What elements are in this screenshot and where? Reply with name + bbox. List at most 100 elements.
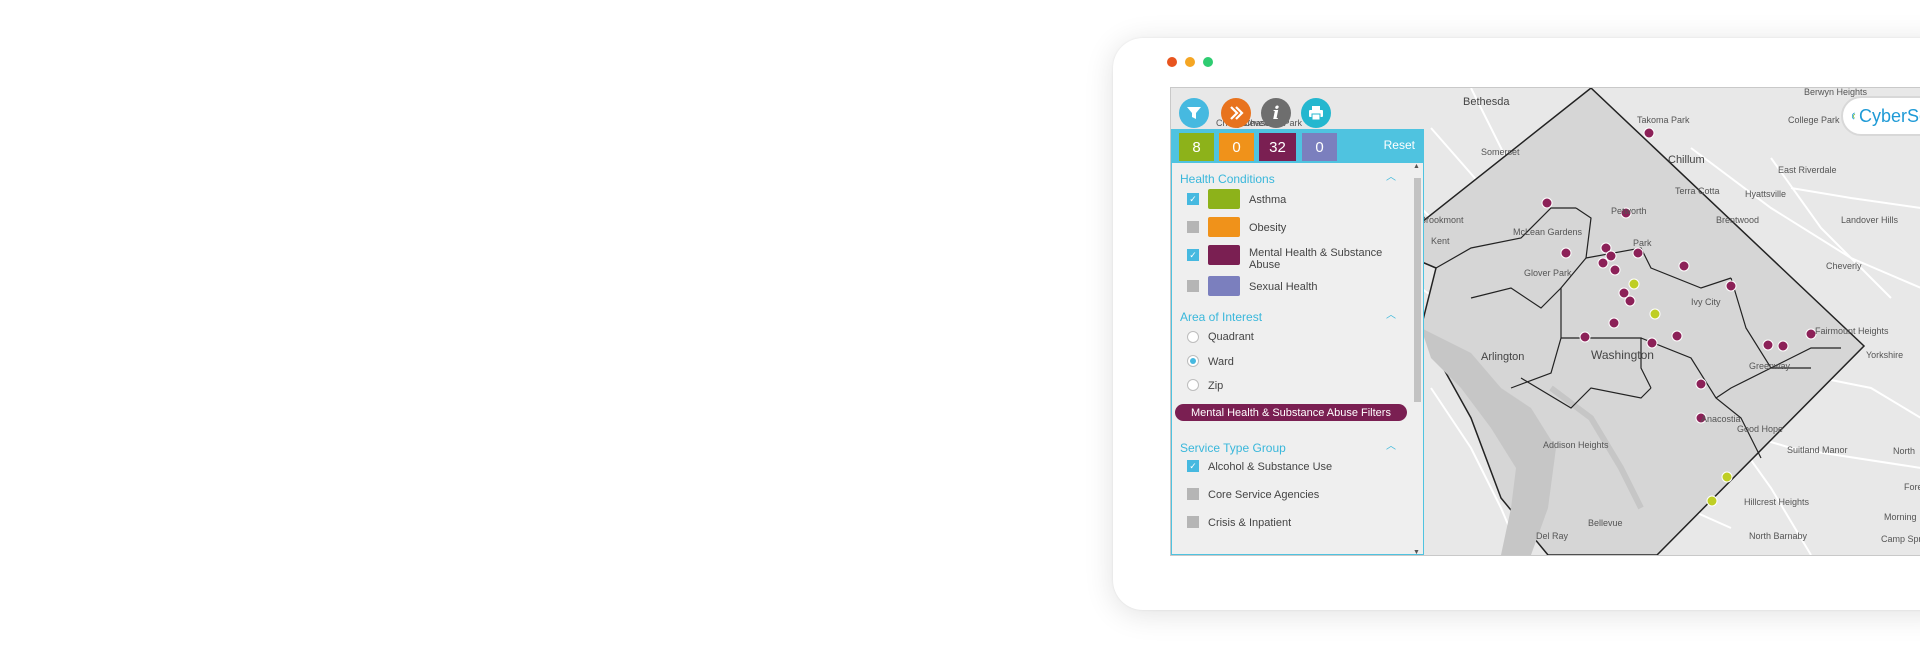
map-label: Hillcrest Heights <box>1744 497 1810 507</box>
asthma-label: Asthma <box>1249 194 1287 206</box>
collapse-chevron-icon[interactable]: ︿ <box>1386 306 1396 321</box>
marker-mental-health <box>1646 337 1658 349</box>
map-label: Chillum <box>1668 154 1705 166</box>
marker-mental-health <box>1609 264 1621 276</box>
core-service-checkbox[interactable] <box>1187 488 1199 500</box>
reset-button[interactable]: Reset <box>1384 138 1415 152</box>
map-label: Anacostia <box>1701 414 1741 424</box>
marker-mental-health <box>1678 260 1690 272</box>
marker-asthma <box>1706 495 1718 507</box>
leaf-logo-icon <box>1851 112 1856 120</box>
marker-asthma <box>1628 278 1640 290</box>
map-label: Bethesda <box>1463 96 1510 108</box>
map-label: Somerset <box>1481 147 1520 157</box>
marker-mental-health <box>1608 317 1620 329</box>
service-type-group-title: Service Type Group <box>1180 441 1286 455</box>
mental-health-count: 32 <box>1259 133 1296 161</box>
app-screen: Bethesda Takoma Park Berwyn Heights Coll… <box>1170 87 1920 556</box>
map-label: Park <box>1633 238 1652 248</box>
map-label: Fores <box>1904 482 1920 492</box>
map-label: Fairmount Heights <box>1815 326 1889 336</box>
close-dot[interactable] <box>1167 57 1177 67</box>
map-label: East Riverdale <box>1778 165 1837 175</box>
scrollbar-thumb[interactable] <box>1414 178 1421 402</box>
marker-mental-health <box>1579 331 1591 343</box>
minimize-dot[interactable] <box>1185 57 1195 67</box>
map-label: Petworth <box>1611 206 1647 216</box>
obesity-count: 0 <box>1219 133 1254 161</box>
collapse-chevron-icon[interactable]: ︿ <box>1386 168 1396 183</box>
mental-health-thumbnail <box>1208 245 1240 265</box>
scroll-down-icon[interactable]: ▼ <box>1413 549 1420 555</box>
asthma-thumbnail <box>1208 189 1240 209</box>
core-service-label: Core Service Agencies <box>1208 489 1320 501</box>
map-label: Del Ray <box>1536 531 1569 541</box>
sexual-health-label: Sexual Health <box>1249 281 1318 293</box>
share-icon[interactable] <box>1221 98 1251 128</box>
quadrant-radio[interactable] <box>1187 331 1199 343</box>
map-label: Glover Park <box>1524 268 1572 278</box>
marker-mental-health <box>1725 280 1737 292</box>
maximize-dot[interactable] <box>1203 57 1213 67</box>
filter-icon[interactable] <box>1179 98 1209 128</box>
scroll-up-icon[interactable]: ▲ <box>1413 163 1420 170</box>
map-label: Arlington <box>1481 351 1525 363</box>
mental-health-label-line2: Abuse <box>1249 259 1281 271</box>
map-label: Brentwood <box>1716 215 1760 225</box>
map-label: Washington <box>1591 348 1654 362</box>
map-label: Bellevue <box>1588 518 1623 528</box>
marker-mental-health <box>1605 250 1617 262</box>
map-label: Good Hope <box>1737 424 1784 434</box>
map-label: Ivy City <box>1691 297 1721 307</box>
marker-mental-health <box>1597 257 1609 269</box>
mental-health-checkbox[interactable]: ✓ <box>1187 249 1199 261</box>
zip-radio[interactable] <box>1187 379 1199 391</box>
ward-radio[interactable] <box>1187 355 1199 367</box>
marker-asthma <box>1721 471 1733 483</box>
map-label: McLean Gardens <box>1513 227 1583 237</box>
map-label: Terra Cotta <box>1675 186 1720 196</box>
marker-mental-health <box>1762 339 1774 351</box>
marker-mental-health <box>1541 197 1553 209</box>
cyberse-logo: CyberSe <box>1841 96 1920 136</box>
map-label: Yorkshire <box>1866 350 1904 360</box>
map-label: Landover Hills <box>1841 215 1899 225</box>
map-label: Kent <box>1431 236 1450 246</box>
map-label: Hyattsville <box>1745 189 1787 199</box>
window-controls <box>1167 57 1213 67</box>
marker-mental-health <box>1695 378 1707 390</box>
map-label: Morning <box>1884 512 1917 522</box>
obesity-thumbnail <box>1208 217 1240 237</box>
marker-mental-health <box>1777 340 1789 352</box>
sexual-health-count: 0 <box>1302 133 1337 161</box>
ward-label: Ward <box>1208 356 1234 368</box>
print-icon[interactable] <box>1301 98 1331 128</box>
map-label: Takoma Park <box>1637 115 1690 125</box>
sexual-health-thumbnail <box>1208 276 1240 296</box>
sexual-health-checkbox[interactable] <box>1187 280 1199 292</box>
panel-scroll-area[interactable]: Health Conditions ︿ ✓ Asthma Obesity ✓ M… <box>1172 163 1412 554</box>
alcohol-substance-checkbox[interactable]: ✓ <box>1187 460 1199 472</box>
map-label: North <box>1893 446 1916 456</box>
crisis-inpatient-checkbox[interactable] <box>1187 516 1199 528</box>
map-label: Addison Heights <box>1543 440 1609 450</box>
health-conditions-title: Health Conditions <box>1180 172 1275 186</box>
obesity-checkbox[interactable] <box>1187 221 1199 233</box>
counters-bar: 8 0 32 0 Reset <box>1172 130 1423 163</box>
logo-text: CyberSe <box>1858 105 1920 126</box>
marker-mental-health <box>1671 330 1683 342</box>
mental-health-filters-button[interactable]: Mental Health & Substance Abuse Filters <box>1175 404 1407 421</box>
info-icon[interactable]: i <box>1261 98 1291 128</box>
marker-mental-health <box>1643 127 1655 139</box>
alcohol-substance-label: Alcohol & Substance Use <box>1208 461 1333 473</box>
collapse-chevron-icon[interactable]: ︿ <box>1386 437 1396 452</box>
map-label: Camp Spri <box>1881 534 1920 544</box>
map-label: Cheverly <box>1826 261 1862 271</box>
zip-label: Zip <box>1208 380 1224 392</box>
quadrant-label: Quadrant <box>1208 331 1254 343</box>
map-label: Brookmont <box>1420 215 1464 225</box>
asthma-checkbox[interactable]: ✓ <box>1187 193 1199 205</box>
area-of-interest-title: Area of Interest <box>1180 310 1263 324</box>
marker-mental-health <box>1560 247 1572 259</box>
map-label: North Barnaby <box>1749 531 1808 541</box>
